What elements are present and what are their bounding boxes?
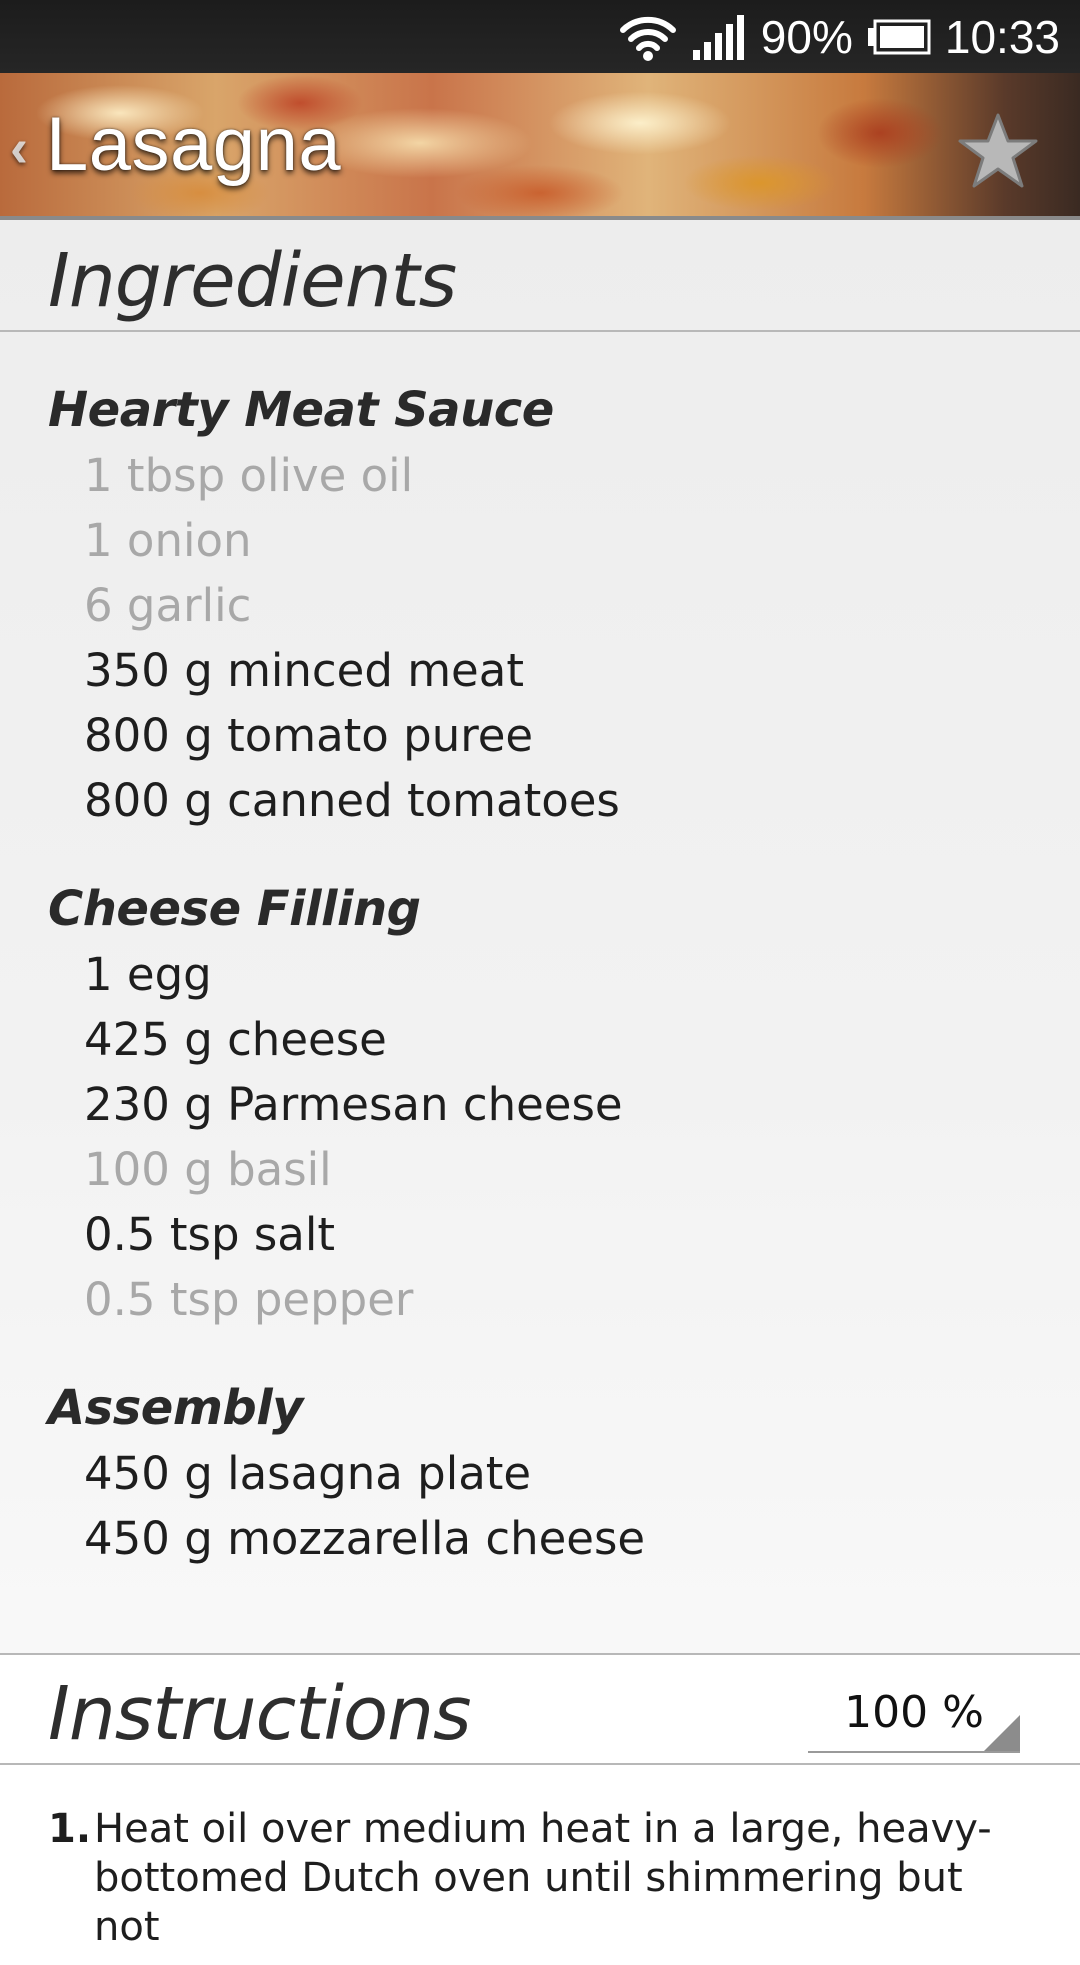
portion-scale-value: 100 % [844, 1687, 984, 1738]
recipe-title: Lasagna [46, 102, 342, 187]
recipe-content: Ingredients Hearty Meat Sauce 1 tbsp oli… [0, 220, 1080, 1965]
signal-icon [691, 14, 747, 60]
status-bar: 90% 10:33 [0, 0, 1080, 73]
ingredient-item[interactable]: 100 g basil [0, 1137, 1080, 1202]
dropdown-corner-icon [984, 1715, 1020, 1751]
instruction-step: 1. Heat oil over medium heat in a large,… [0, 1805, 1080, 1952]
ingredient-item[interactable]: 1 onion [0, 508, 1080, 573]
instructions-header: Instructions 100 % [0, 1655, 1080, 1765]
ingredient-item[interactable]: 450 g mozzarella cheese [0, 1506, 1080, 1571]
ingredient-item[interactable]: 800 g tomato puree [0, 703, 1080, 768]
clock: 10:33 [944, 10, 1060, 63]
ingredient-group: Hearty Meat Sauce 1 tbsp olive oil 1 oni… [0, 377, 1080, 833]
ingredient-group: Assembly 450 g lasagna plate 450 g mozza… [0, 1375, 1080, 1571]
ingredient-item[interactable]: 6 garlic [0, 573, 1080, 638]
ingredient-item[interactable]: 425 g cheese [0, 1007, 1080, 1072]
recipe-header: ‹ Lasagna [0, 73, 1080, 220]
instructions-title: Instructions [48, 1671, 472, 1757]
ingredient-item[interactable]: 350 g minced meat [0, 638, 1080, 703]
ingredient-item[interactable]: 800 g canned tomatoes [0, 768, 1080, 833]
group-title: Cheese Filling [48, 881, 421, 937]
battery-icon [867, 19, 931, 55]
ingredients-title: Ingredients [48, 238, 457, 324]
battery-percent: 90% [760, 10, 853, 63]
ingredient-item[interactable]: 450 g lasagna plate [0, 1441, 1080, 1506]
step-text: Heat oil over medium heat in a large, he… [94, 1806, 992, 1950]
instruction-steps: 1. Heat oil over medium heat in a large,… [0, 1765, 1080, 1965]
ingredient-item[interactable]: 230 g Parmesan cheese [0, 1072, 1080, 1137]
ingredient-item[interactable]: 0.5 tsp pepper [0, 1267, 1080, 1332]
ingredient-item[interactable]: 0.5 tsp salt [0, 1202, 1080, 1267]
wifi-icon [619, 12, 677, 62]
ingredients-header: Ingredients [0, 220, 1080, 332]
ingredients-list: Hearty Meat Sauce 1 tbsp olive oil 1 oni… [0, 332, 1080, 1655]
step-number: 1. [48, 1806, 92, 1852]
group-title: Hearty Meat Sauce [48, 382, 554, 438]
ingredient-item[interactable]: 1 egg [0, 942, 1080, 1007]
ingredient-group: Cheese Filling 1 egg 425 g cheese 230 g … [0, 876, 1080, 1332]
back-icon[interactable]: ‹ [10, 117, 28, 179]
group-title: Assembly [48, 1380, 303, 1436]
star-icon[interactable] [958, 111, 1038, 191]
ingredient-item[interactable]: 1 tbsp olive oil [0, 443, 1080, 508]
portion-scale-dropdown[interactable]: 100 % [808, 1681, 1020, 1753]
